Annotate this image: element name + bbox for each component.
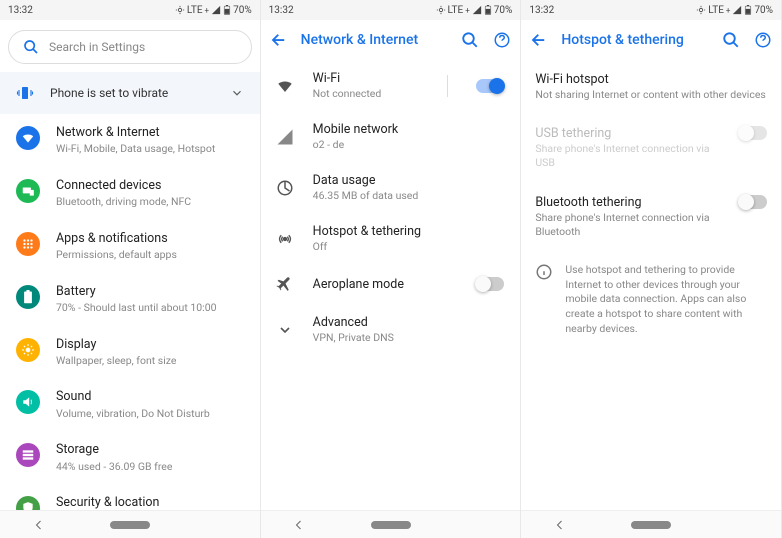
data-icon [276, 179, 294, 197]
status-bar: 13:32 LTE+ 70% [521, 0, 781, 20]
header: Hotspot & tethering [521, 20, 781, 60]
back-nav-icon[interactable] [33, 519, 45, 531]
wifi-icon [21, 131, 35, 145]
airplane-switch[interactable] [476, 277, 504, 291]
help-button[interactable] [753, 30, 773, 50]
bluetooth-tethering-row[interactable]: Bluetooth tetheringShare phone's Interne… [521, 183, 781, 251]
setting-battery[interactable]: Battery70% - Should last until about 10:… [0, 273, 260, 326]
usb-tethering-row: USB tetheringShare phone's Internet conn… [521, 114, 781, 182]
status-time: 13:32 [8, 5, 33, 16]
search-button[interactable] [460, 30, 480, 50]
hotspot-icon [276, 230, 294, 248]
devices-icon [21, 184, 35, 198]
setting-sound[interactable]: SoundVolume, vibration, Do Not Disturb [0, 378, 260, 431]
airplane-icon [276, 275, 294, 293]
usb-switch [739, 126, 767, 140]
home-pill[interactable] [110, 521, 150, 529]
info-text: Use hotspot and tethering to provide Int… [565, 263, 767, 336]
nav-bar [0, 510, 260, 538]
setting-connected[interactable]: Connected devicesBluetooth, driving mode… [0, 167, 260, 220]
search-input[interactable]: Search in Settings [8, 30, 252, 64]
vibrate-banner[interactable]: Phone is set to vibrate [0, 72, 260, 114]
wifi-switch[interactable] [476, 79, 504, 93]
sound-icon [21, 395, 35, 409]
back-button[interactable] [269, 30, 289, 50]
hotspot-row[interactable]: Hotspot & tetheringOff [261, 213, 521, 264]
banner-text: Phone is set to vibrate [50, 86, 168, 100]
setting-apps[interactable]: Apps & notificationsPermissions, default… [0, 220, 260, 273]
apps-icon [21, 237, 35, 251]
storage-icon [21, 448, 35, 462]
settings-list: Network & InternetWi-Fi, Mobile, Data us… [0, 114, 260, 510]
vibrate-icon [16, 84, 34, 102]
header: Network & Internet [261, 20, 521, 60]
back-nav-icon[interactable] [554, 519, 566, 531]
signal-icon [276, 128, 294, 146]
status-bar: 13:32 LTE+ 70% [0, 0, 260, 20]
info-icon [535, 263, 553, 281]
wifi-row[interactable]: Wi-FiNot connected [261, 60, 521, 111]
bluetooth-switch[interactable] [739, 195, 767, 209]
home-pill[interactable] [371, 521, 411, 529]
info-row: Use hotspot and tethering to provide Int… [521, 251, 781, 348]
status-bar: 13:32 LTE+ 70% [261, 0, 521, 20]
search-placeholder: Search in Settings [49, 40, 145, 54]
settings-screen: 13:32 LTE+ 70% Search in Settings Phone … [0, 0, 261, 538]
page-title: Hotspot & tethering [561, 32, 709, 48]
chevron-down-icon [230, 86, 244, 100]
page-title: Network & Internet [301, 32, 449, 48]
status-right: LTE+ 70% [175, 5, 252, 16]
battery-pct: 70% [233, 5, 252, 16]
mobile-row[interactable]: Mobile networko2 - de [261, 111, 521, 162]
home-pill[interactable] [631, 521, 671, 529]
back-button[interactable] [529, 30, 549, 50]
setting-display[interactable]: DisplayWallpaper, sleep, font size [0, 326, 260, 379]
airplane-row[interactable]: Aeroplane mode [261, 264, 521, 304]
shield-icon [21, 501, 35, 510]
battery-icon [23, 290, 33, 304]
search-icon [23, 39, 39, 55]
help-button[interactable] [492, 30, 512, 50]
setting-storage[interactable]: Storage44% used - 36.09 GB free [0, 431, 260, 484]
chevron-down-icon [277, 322, 293, 338]
advanced-row[interactable]: AdvancedVPN, Private DNS [261, 304, 521, 355]
tethering-screen: 13:32 LTE+ 70% Hotspot & tethering Wi-Fi… [521, 0, 782, 538]
lte-label: LTE [187, 5, 203, 16]
data-usage-row[interactable]: Data usage46.35 MB of data used [261, 162, 521, 213]
search-button[interactable] [721, 30, 741, 50]
setting-security[interactable]: Security & locationPlay Protect, screen … [0, 484, 260, 510]
wifi-hotspot-row[interactable]: Wi-Fi hotspotNot sharing Internet or con… [521, 60, 781, 114]
network-screen: 13:32 LTE+ 70% Network & Internet Wi-FiN… [261, 0, 522, 538]
back-nav-icon[interactable] [293, 519, 305, 531]
setting-network[interactable]: Network & InternetWi-Fi, Mobile, Data us… [0, 114, 260, 167]
brightness-icon [21, 343, 35, 357]
wifi-icon [276, 77, 294, 95]
